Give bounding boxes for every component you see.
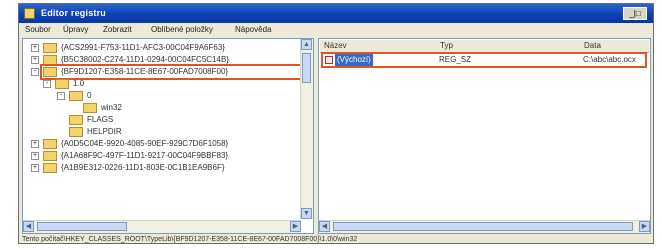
column-header-type[interactable]: Typ bbox=[440, 41, 453, 50]
scroll-thumb[interactable] bbox=[302, 53, 311, 83]
menu-help[interactable]: Nápověda bbox=[235, 25, 271, 34]
open-folder-icon bbox=[69, 91, 83, 101]
scroll-left-arrow-icon[interactable]: ◀ bbox=[319, 221, 330, 232]
scroll-down-arrow-icon[interactable]: ▼ bbox=[301, 208, 312, 219]
registry-editor-window: Editor registru _|□ Soubor Úpravy Zobraz… bbox=[18, 3, 654, 244]
folder-icon bbox=[43, 139, 57, 149]
menu-bar: Soubor Úpravy Zobrazit Oblíbené položky … bbox=[19, 23, 653, 36]
window-controls[interactable]: _|□ bbox=[623, 7, 647, 20]
tree-vertical-scrollbar[interactable]: ▲ ▼ bbox=[300, 39, 313, 219]
collapse-icon[interactable]: - bbox=[31, 68, 39, 76]
tree-item-label: {A0D5C04E-9920-4085-90EF-929C7D6F1058} bbox=[61, 139, 229, 148]
folder-icon bbox=[69, 127, 83, 137]
collapse-icon[interactable]: - bbox=[43, 80, 51, 88]
menu-favorites[interactable]: Oblíbené položky bbox=[151, 25, 213, 34]
tree-item-label: {A1A68F9C-497F-11D1-9217-00C04F9BBF83} bbox=[61, 151, 229, 160]
folder-icon bbox=[43, 151, 57, 161]
highlight-box bbox=[321, 52, 647, 68]
scroll-thumb[interactable] bbox=[333, 222, 633, 231]
registry-editor-icon bbox=[24, 8, 35, 19]
scroll-left-arrow-icon[interactable]: ◀ bbox=[23, 221, 34, 232]
registry-tree[interactable]: + {ACS2991-F753-11D1-AFC3-00C04F9A6F63} … bbox=[22, 38, 314, 234]
expand-icon[interactable]: + bbox=[31, 140, 39, 148]
status-bar: Tento počítač\HKEY_CLASSES_ROOT\TypeLib\… bbox=[22, 236, 358, 243]
tree-item-label: FLAGS bbox=[87, 115, 114, 124]
folder-icon bbox=[43, 43, 57, 53]
expand-icon[interactable]: + bbox=[31, 152, 39, 160]
open-folder-icon bbox=[55, 79, 69, 89]
menu-file[interactable]: Soubor bbox=[25, 25, 51, 34]
menu-edit[interactable]: Úpravy bbox=[63, 25, 88, 34]
scroll-thumb[interactable] bbox=[37, 222, 127, 231]
expand-icon[interactable]: + bbox=[31, 164, 39, 172]
column-header-data[interactable]: Data bbox=[584, 41, 601, 50]
tree-item-label: win32 bbox=[101, 103, 122, 112]
tree-item-label: HELPDIR bbox=[87, 127, 122, 136]
values-list[interactable]: Název Typ Data (Výchozí) REG_SZ C:\abc\a… bbox=[318, 38, 651, 234]
list-horizontal-scrollbar[interactable]: ◀ ▶ bbox=[319, 220, 650, 233]
window-title: Editor registru bbox=[41, 8, 107, 18]
tree-horizontal-scrollbar[interactable]: ◀ ▶ bbox=[23, 220, 301, 233]
expand-icon[interactable]: + bbox=[31, 56, 39, 64]
tree-item-label: 0 bbox=[87, 91, 92, 100]
scroll-up-arrow-icon[interactable]: ▲ bbox=[301, 39, 312, 50]
tree-item-label: {A1B9E312-0226-11D1-803E-0C1B1EA9B6F} bbox=[61, 163, 225, 172]
column-header-name[interactable]: Název bbox=[324, 41, 347, 50]
scroll-right-arrow-icon[interactable]: ▶ bbox=[290, 221, 301, 232]
title-bar[interactable]: Editor registru _|□ bbox=[19, 4, 653, 23]
folder-icon bbox=[69, 115, 83, 125]
folder-icon bbox=[43, 163, 57, 173]
folder-icon bbox=[83, 103, 97, 113]
tree-item-label: {ACS2991-F753-11D1-AFC3-00C04F9A6F63} bbox=[61, 43, 225, 52]
collapse-icon[interactable]: - bbox=[57, 92, 65, 100]
scroll-right-arrow-icon[interactable]: ▶ bbox=[639, 221, 650, 232]
expand-icon[interactable]: + bbox=[31, 44, 39, 52]
tree-item-label: 1.0 bbox=[73, 79, 85, 88]
menu-view[interactable]: Zobrazit bbox=[103, 25, 132, 34]
